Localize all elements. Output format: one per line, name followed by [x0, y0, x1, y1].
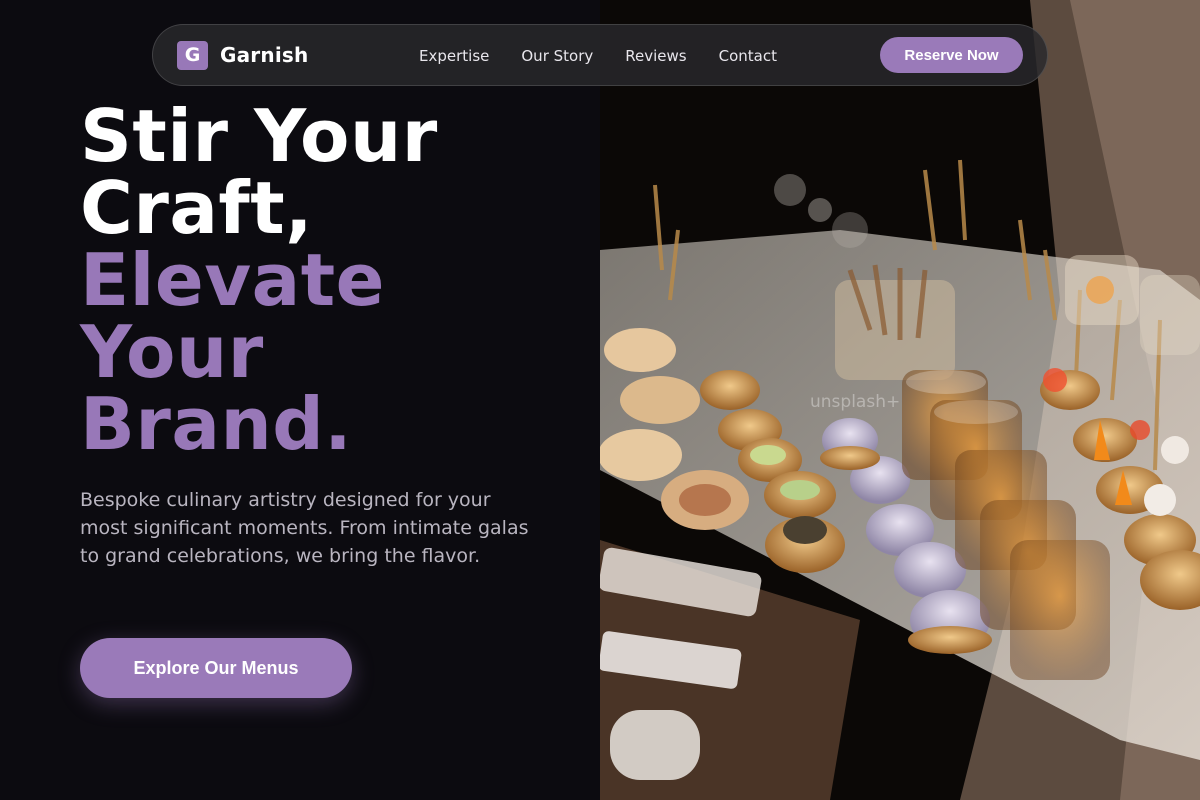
explore-menus-button[interactable]: Explore Our Menus: [80, 638, 352, 698]
hero-subtext: Bespoke culinary artistry designed for y…: [80, 489, 529, 567]
nav-links: Expertise Our Story Reviews Contact: [419, 25, 777, 87]
image-watermark: unsplash+: [810, 392, 901, 412]
nav-link-contact[interactable]: Contact: [719, 47, 777, 65]
brand[interactable]: G Garnish: [177, 40, 309, 70]
brand-logo-icon: G: [177, 40, 208, 70]
headline-accent-line: Your: [80, 310, 264, 394]
nav-link-our-story[interactable]: Our Story: [521, 47, 593, 65]
headline-accent-line: Brand.: [80, 382, 353, 466]
hero-image: unsplash+: [600, 0, 1200, 800]
hero-headline: Stir Your Craft, Elevate Your Brand.: [80, 100, 438, 460]
brand-name: Garnish: [220, 43, 309, 67]
headline-line: Stir Your: [80, 94, 438, 178]
headline-accent-line: Elevate: [80, 238, 385, 322]
top-navigation: G Garnish Expertise Our Story Reviews Co…: [152, 24, 1048, 86]
headline-line: Craft,: [80, 166, 314, 250]
nav-link-expertise[interactable]: Expertise: [419, 47, 489, 65]
reserve-now-button[interactable]: Reserve Now: [880, 37, 1023, 73]
nav-link-reviews[interactable]: Reviews: [625, 47, 686, 65]
